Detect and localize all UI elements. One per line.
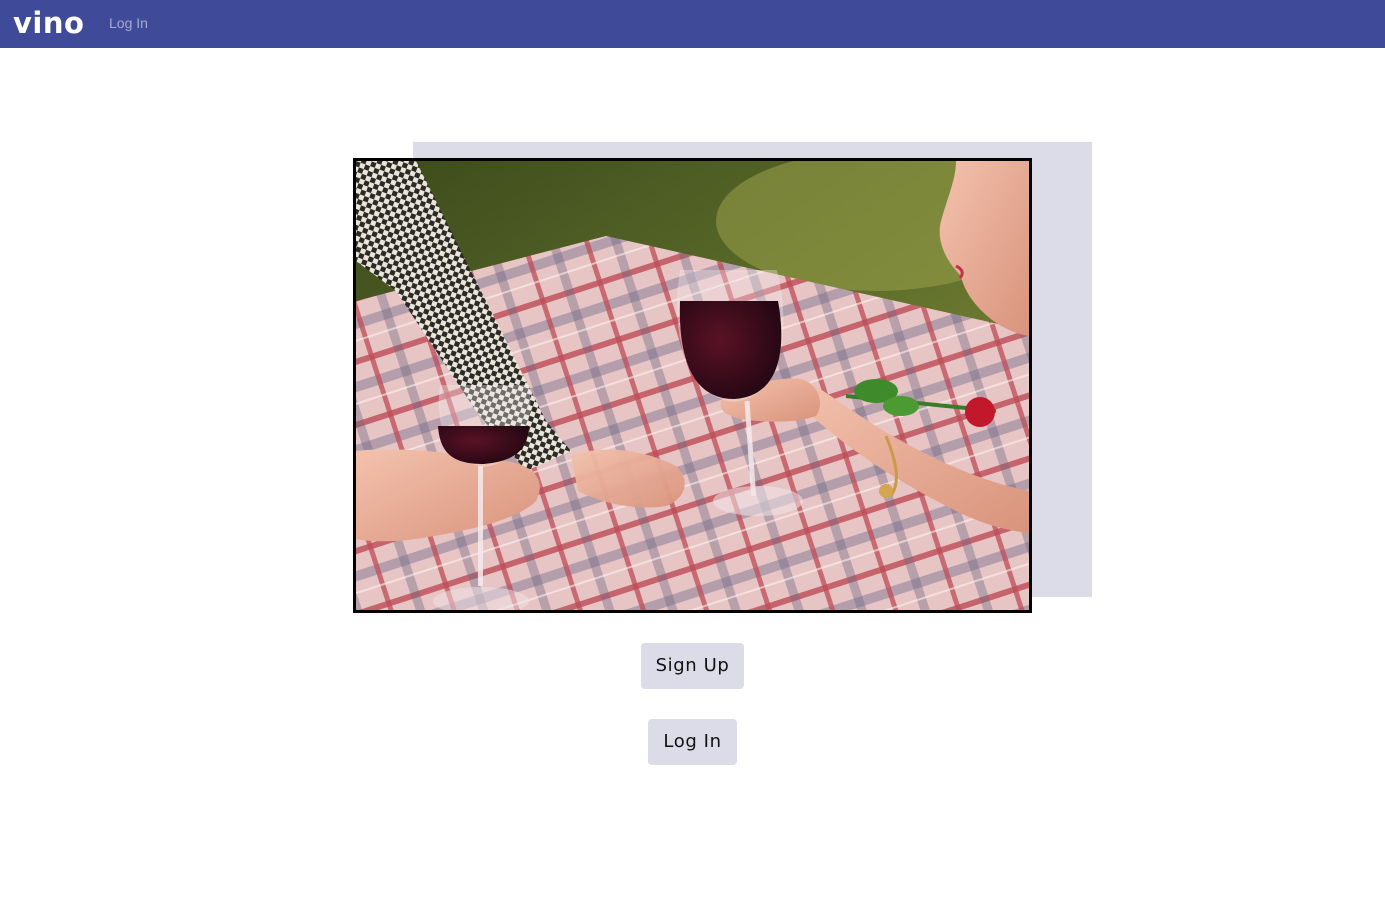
signup-button[interactable]: Sign Up	[641, 643, 744, 689]
picnic-photo-icon	[356, 161, 1029, 610]
brand-logo[interactable]: vino	[13, 4, 84, 42]
nav-login-link[interactable]: Log In	[109, 15, 148, 32]
login-button[interactable]: Log In	[648, 719, 737, 765]
top-navbar: vino Log In	[0, 0, 1385, 48]
hero-image	[353, 158, 1032, 613]
